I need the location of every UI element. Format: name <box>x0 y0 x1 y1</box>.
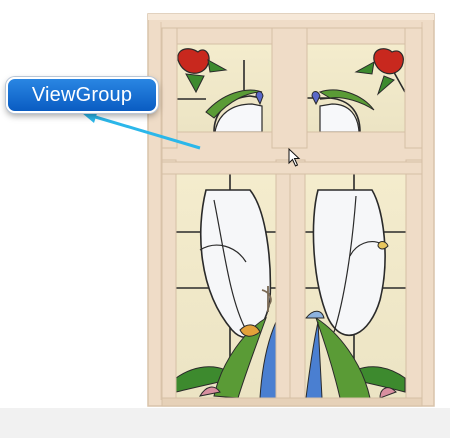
illustration-stage: ViewGroup <box>0 0 450 438</box>
stained-glass-window-icon <box>147 13 435 407</box>
viewgroup-callout-label: ViewGroup <box>6 77 158 113</box>
